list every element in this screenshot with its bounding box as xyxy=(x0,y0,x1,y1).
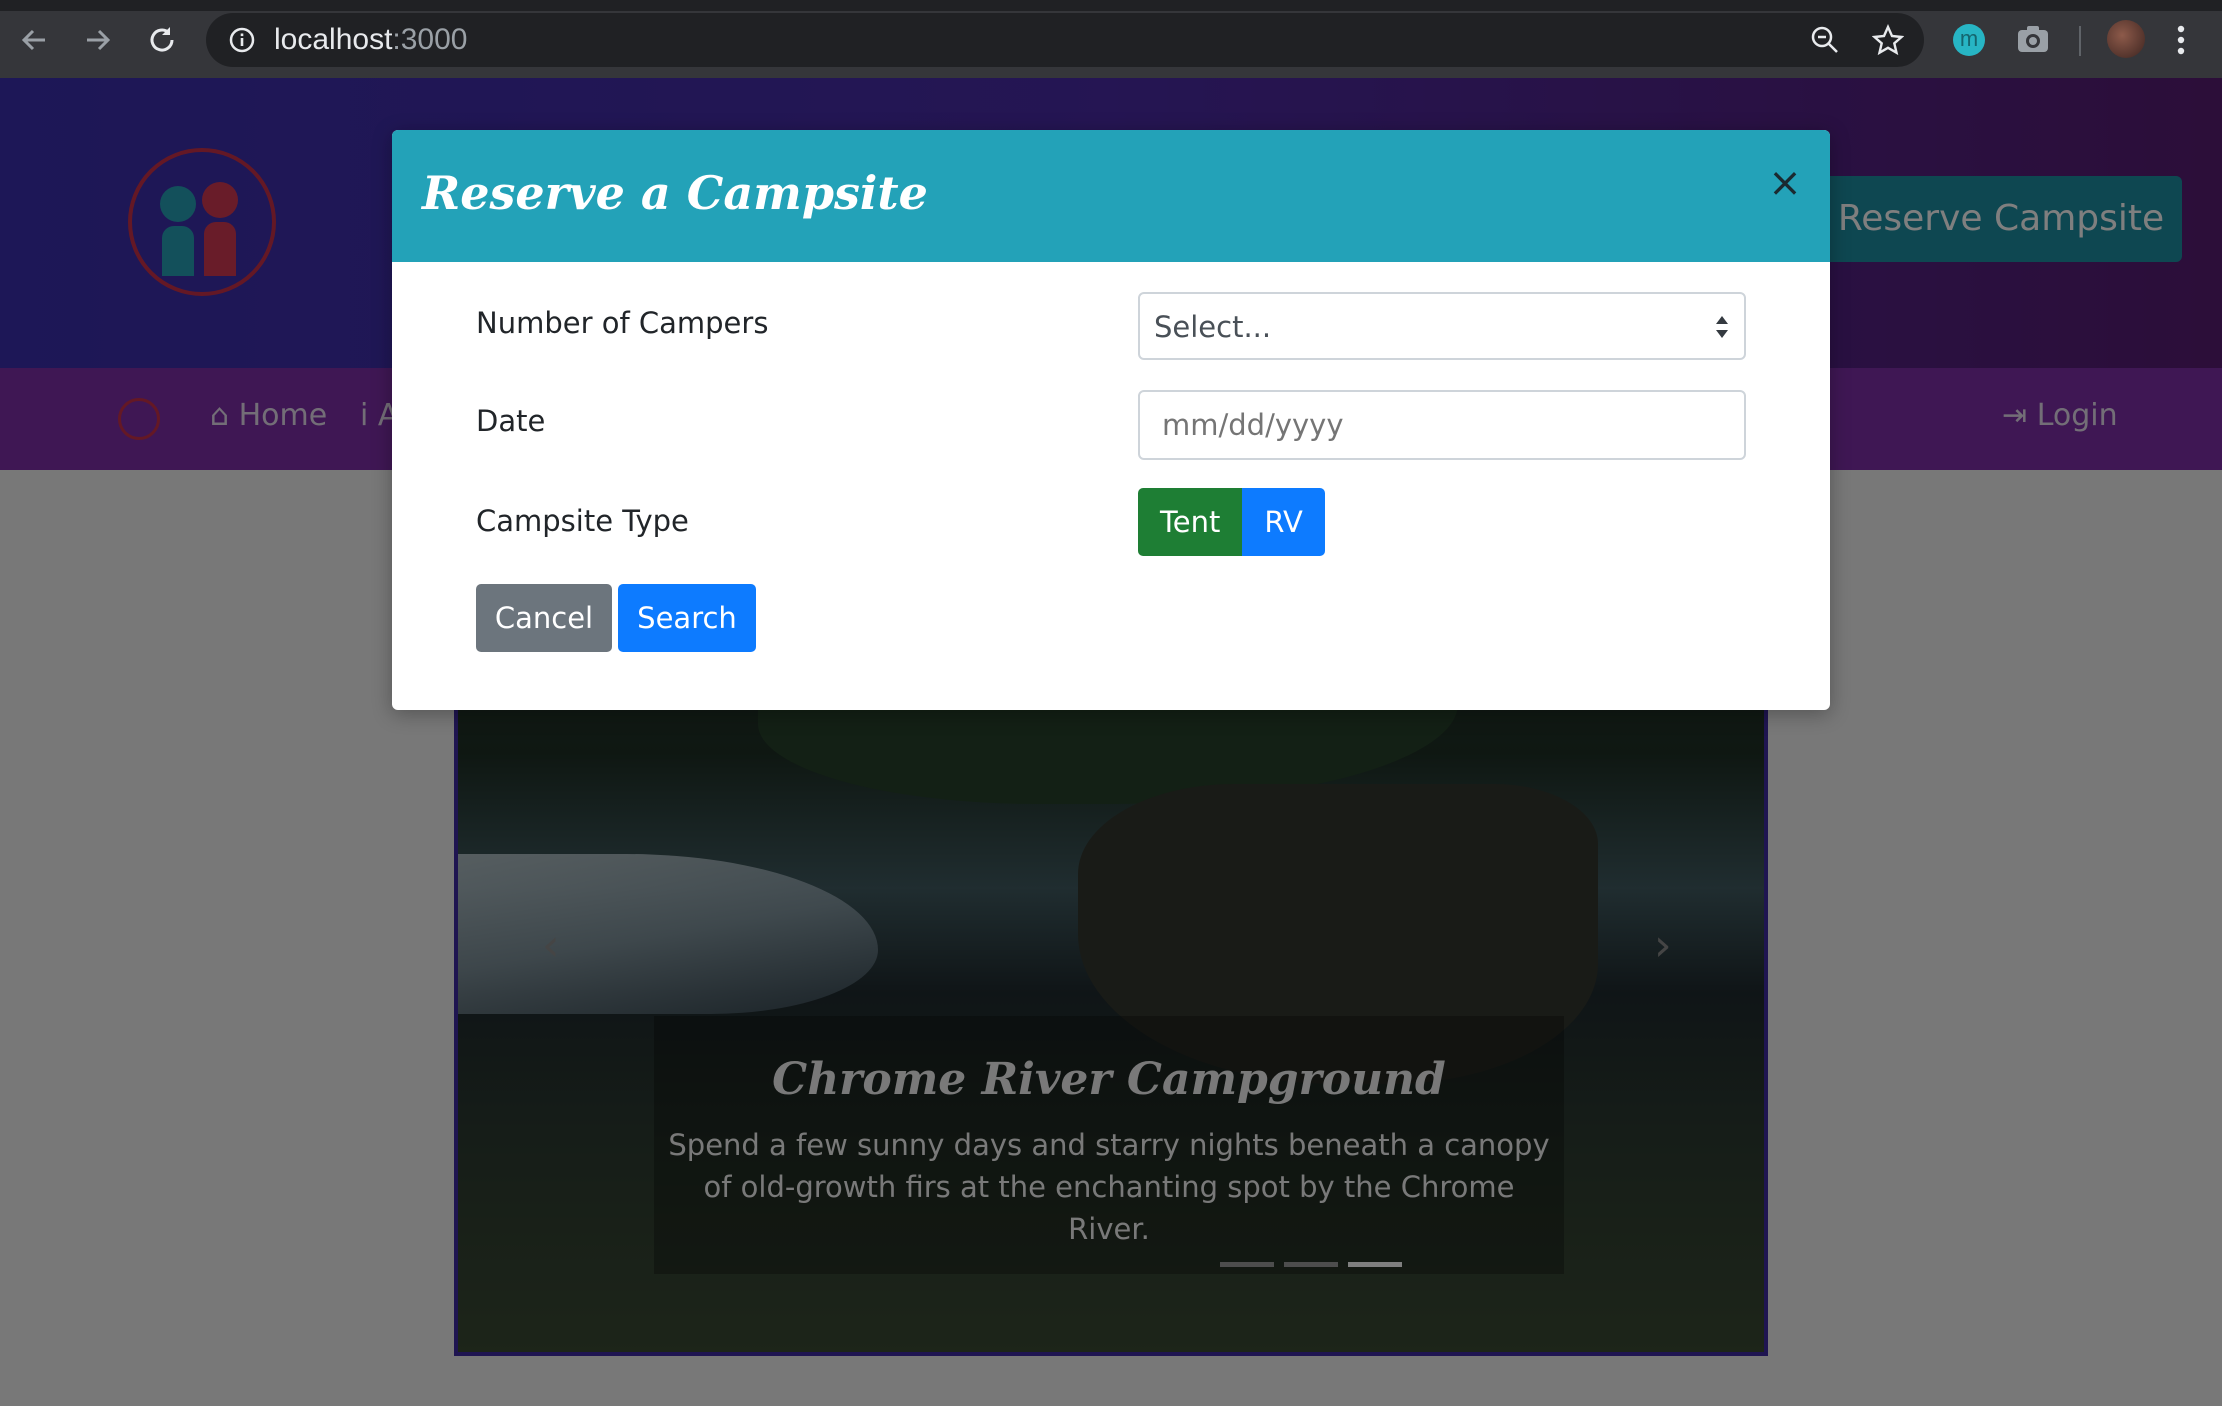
forward-icon[interactable] xyxy=(78,20,118,60)
info-icon[interactable] xyxy=(228,26,256,58)
reserve-campsite-modal: Reserve a Campsite × Number of Campers S… xyxy=(392,130,1830,710)
tent-option-button[interactable]: Tent xyxy=(1138,488,1243,556)
bookmark-star-icon[interactable] xyxy=(1871,24,1905,60)
reload-icon[interactable] xyxy=(142,20,182,60)
browser-toolbar: localhost:3000 m xyxy=(0,0,2222,78)
select-arrows-icon xyxy=(1714,308,1730,346)
campers-select[interactable]: Select... xyxy=(1138,292,1746,360)
campers-label: Number of Campers xyxy=(476,306,769,340)
rv-option-button[interactable]: RV xyxy=(1242,488,1325,556)
date-input[interactable] xyxy=(1138,390,1746,460)
url-port: :3000 xyxy=(392,23,468,56)
campers-select-value: Select... xyxy=(1154,310,1272,344)
modal-header: Reserve a Campsite × xyxy=(392,130,1830,262)
tab-strip xyxy=(0,0,2222,11)
close-icon[interactable]: × xyxy=(1762,160,1808,206)
cancel-button[interactable]: Cancel xyxy=(476,584,612,652)
toolbar-divider xyxy=(2079,26,2081,56)
back-icon[interactable] xyxy=(14,20,54,60)
campsite-type-toggle: Tent RV xyxy=(1138,488,1325,556)
search-button[interactable]: Search xyxy=(618,584,756,652)
url-text[interactable]: localhost:3000 xyxy=(274,23,467,57)
profile-avatar[interactable] xyxy=(2107,20,2145,58)
camera-icon[interactable] xyxy=(2016,24,2050,58)
extension-icon[interactable]: m xyxy=(1953,24,1985,56)
url-host: localhost xyxy=(274,23,393,56)
address-bar[interactable]: localhost:3000 xyxy=(206,13,1924,67)
zoom-icon[interactable] xyxy=(1810,25,1840,59)
menu-kebab-icon[interactable] xyxy=(2176,24,2186,60)
modal-title: Reserve a Campsite xyxy=(422,166,928,220)
campsite-type-label: Campsite Type xyxy=(476,504,689,538)
date-label: Date xyxy=(476,404,546,438)
